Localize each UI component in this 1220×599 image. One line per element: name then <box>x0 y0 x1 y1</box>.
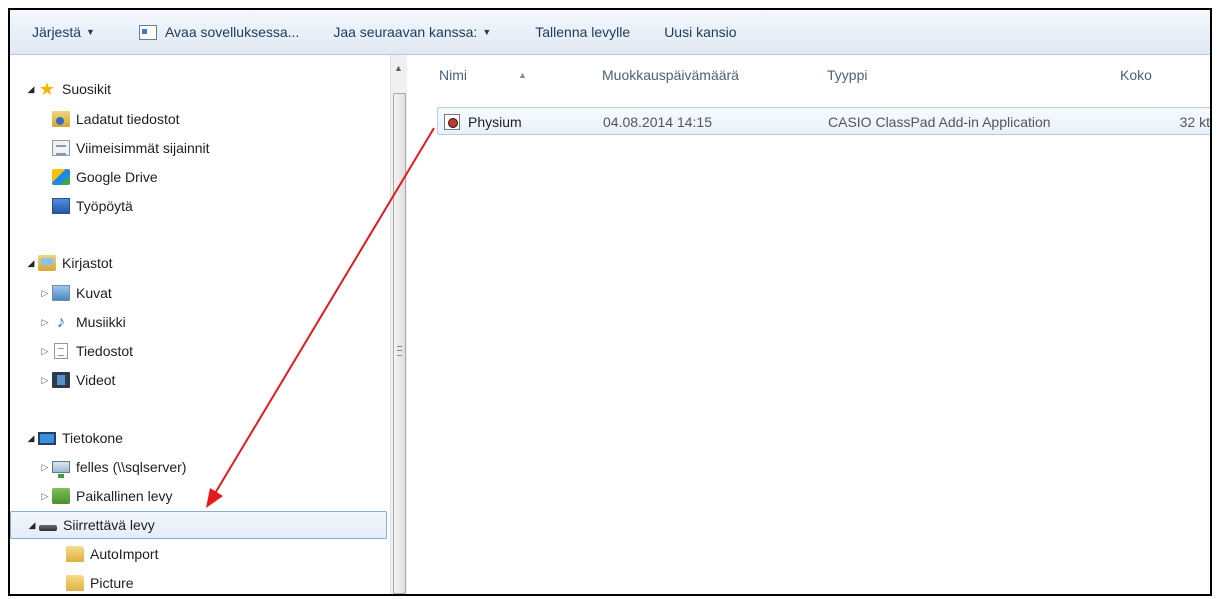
scroll-up-arrow-icon[interactable]: ▲ <box>394 63 403 73</box>
nav-label: Siirrettävä levy <box>63 517 155 533</box>
collapsed-triangle-icon[interactable]: ▷ <box>38 462 52 473</box>
file-name: Physium <box>468 114 522 130</box>
open-with-button[interactable]: Avaa sovelluksessa... <box>131 17 307 47</box>
column-label: Muokkauspäivämäärä <box>602 67 739 83</box>
command-bar: Järjestä ▼ Avaa sovelluksessa... Jaa seu… <box>10 10 1210 55</box>
local-disk-icon <box>52 488 70 504</box>
column-label: Koko <box>1120 67 1152 83</box>
file-list: Nimi ▲ Muokkauspäivämäärä Tyyppi Koko Ph… <box>407 55 1210 594</box>
new-folder-button[interactable]: Uusi kansio <box>656 17 744 47</box>
nav-label: Tietokone <box>62 430 123 446</box>
nav-documents[interactable]: ▷ Tiedostot <box>38 337 133 365</box>
nav-label: AutoImport <box>90 546 159 562</box>
desktop-icon <box>52 198 70 214</box>
navigation-pane: ◢ ★ Suosikit Ladatut tiedostot Viimeisim… <box>10 55 390 594</box>
expand-triangle-icon[interactable]: ◢ <box>25 520 39 531</box>
nav-label: Picture <box>90 575 134 591</box>
burn-button[interactable]: Tallenna levylle <box>527 17 638 47</box>
sort-ascending-icon: ▲ <box>518 70 527 80</box>
folder-icon <box>66 575 84 591</box>
nav-google-drive[interactable]: Google Drive <box>52 163 158 191</box>
music-icon: ♪ <box>56 312 66 331</box>
nav-recent-places[interactable]: Viimeisimmät sijainnit <box>52 134 210 162</box>
organize-menu[interactable]: Järjestä ▼ <box>24 17 103 47</box>
nav-label: Kirjastot <box>62 255 113 271</box>
star-icon: ★ <box>38 79 56 99</box>
file-size: 32 kt <box>1179 114 1210 130</box>
computer-icon <box>38 431 56 445</box>
explorer-window: Järjestä ▼ Avaa sovelluksessa... Jaa seu… <box>8 8 1212 596</box>
nav-label: Videot <box>76 372 116 388</box>
column-header-name[interactable]: Nimi ▲ <box>439 67 527 83</box>
nav-label: felles (\\sqlserver) <box>76 459 187 475</box>
file-row[interactable]: Physium 04.08.2014 14:15 CASIO ClassPad … <box>437 107 1210 135</box>
nav-label: Suosikit <box>62 81 112 97</box>
nav-music[interactable]: ▷ ♪ Musiikki <box>38 308 126 336</box>
nav-label: Työpöytä <box>76 198 133 214</box>
removable-drive-icon <box>39 525 57 531</box>
collapsed-triangle-icon[interactable]: ▷ <box>38 317 52 328</box>
nav-computer[interactable]: ◢ Tietokone <box>24 424 123 452</box>
collapsed-triangle-icon[interactable]: ▷ <box>38 375 52 386</box>
chevron-down-icon: ▼ <box>86 27 95 37</box>
column-label: Tyyppi <box>827 67 868 83</box>
nav-desktop[interactable]: Työpöytä <box>52 192 133 220</box>
collapsed-triangle-icon[interactable]: ▷ <box>38 288 52 299</box>
collapsed-triangle-icon[interactable]: ▷ <box>38 346 52 357</box>
scrollbar-thumb[interactable] <box>393 93 406 594</box>
library-icon <box>38 255 56 271</box>
file-type: CASIO ClassPad Add-in Application <box>828 114 1051 130</box>
column-header-type[interactable]: Tyyppi <box>827 67 867 83</box>
nav-network-drive[interactable]: ▷ felles (\\sqlserver) <box>38 453 186 481</box>
nav-label: Google Drive <box>76 169 158 185</box>
burn-label: Tallenna levylle <box>535 24 631 40</box>
new-folder-label: Uusi kansio <box>664 24 737 40</box>
nav-libraries[interactable]: ◢ Kirjastot <box>24 249 113 277</box>
nav-label: Tiedostot <box>76 343 134 359</box>
nav-videos[interactable]: ▷ Videot <box>38 366 115 394</box>
nav-pictures[interactable]: ▷ Kuvat <box>38 279 112 307</box>
nav-label: Viimeisimmät sijainnit <box>76 140 210 156</box>
expand-triangle-icon[interactable]: ◢ <box>24 258 38 269</box>
nav-label: Kuvat <box>76 285 112 301</box>
nav-favorites[interactable]: ◢ ★ Suosikit <box>24 75 112 103</box>
nav-local-disk[interactable]: ▷ Paikallinen levy <box>38 482 173 510</box>
classpad-file-icon <box>444 114 460 130</box>
column-header-size[interactable]: Koko <box>1120 67 1152 83</box>
open-with-label: Avaa sovelluksessa... <box>164 24 300 40</box>
file-modified: 04.08.2014 14:15 <box>603 114 712 130</box>
nav-label: Paikallinen levy <box>76 488 173 504</box>
document-icon <box>54 343 68 359</box>
downloads-folder-icon <box>52 111 70 127</box>
expand-triangle-icon[interactable]: ◢ <box>24 433 38 444</box>
grip-icon <box>397 346 402 356</box>
nav-folder-picture[interactable]: Picture <box>66 569 134 594</box>
pictures-icon <box>52 285 70 301</box>
organize-label: Järjestä <box>32 24 82 40</box>
nav-folder-autoimport[interactable]: AutoImport <box>66 540 158 568</box>
expand-triangle-icon[interactable]: ◢ <box>24 84 38 95</box>
nav-label: Musiikki <box>76 314 126 330</box>
nav-label: Ladatut tiedostot <box>76 111 180 127</box>
recent-places-icon <box>52 140 70 156</box>
google-drive-icon <box>52 169 70 185</box>
video-icon <box>52 372 70 388</box>
nav-removable-disk[interactable]: ◢ Siirrettävä levy <box>10 511 387 539</box>
column-label: Nimi <box>439 67 467 83</box>
chevron-down-icon: ▼ <box>482 27 492 37</box>
column-header-modified[interactable]: Muokkauspäivämäärä <box>602 67 739 83</box>
collapsed-triangle-icon[interactable]: ▷ <box>38 491 52 502</box>
nav-downloads[interactable]: Ladatut tiedostot <box>52 105 180 133</box>
network-drive-icon <box>52 461 70 478</box>
application-icon <box>138 24 157 40</box>
share-with-label: Jaa seuraavan kanssa: <box>333 24 478 40</box>
folder-icon <box>66 546 84 562</box>
share-with-menu[interactable]: Jaa seuraavan kanssa: ▼ <box>325 17 499 47</box>
